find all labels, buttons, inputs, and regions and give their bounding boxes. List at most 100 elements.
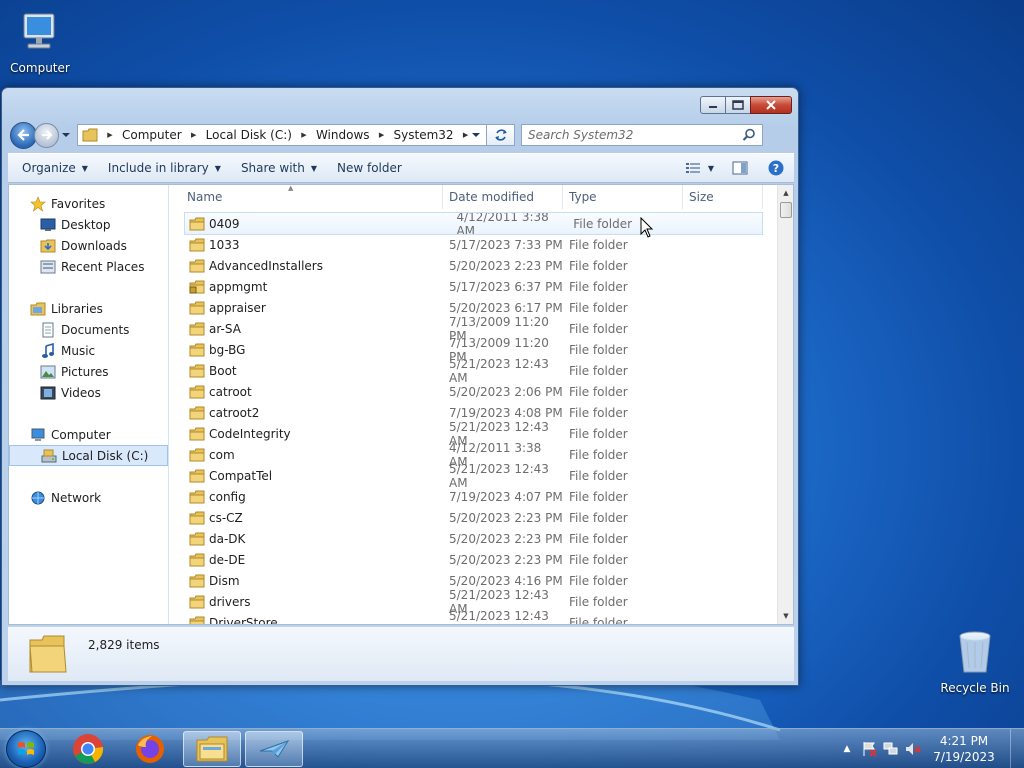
show-hidden-icons-button[interactable]: ▲ [836, 738, 858, 760]
nav-local-disk-c[interactable]: Local Disk (C:) [9, 445, 168, 466]
nav-documents[interactable]: Documents [9, 319, 168, 340]
nav-computer-label: Computer [51, 427, 111, 442]
file-row[interactable]: 1033 5/17/2023 7:33 PM File folder [170, 234, 780, 255]
clock-time: 4:21 PM [939, 734, 989, 748]
content-area: Favorites Desktop Downloads Recent Place… [8, 184, 794, 625]
file-row[interactable]: AdvancedInstallers 5/20/2023 2:23 PM File … [170, 255, 780, 276]
file-list: ▲ Name Date modified Type Size 0409 4/12/… [170, 185, 780, 624]
network-status-icon[interactable] [880, 738, 902, 760]
file-row[interactable]: cs-CZ 5/20/2023 2:23 PM File folder [170, 507, 780, 528]
file-row[interactable]: 0409 4/12/2011 3:38 AM File folder [184, 210, 763, 238]
search-input[interactable] [522, 125, 732, 145]
search-icon[interactable] [742, 128, 756, 142]
scroll-thumb[interactable] [780, 202, 792, 218]
action-center-icon[interactable] [858, 738, 880, 760]
forward-button[interactable] [34, 122, 59, 148]
column-header-name[interactable]: Name [170, 185, 443, 209]
column-header-type[interactable]: Type [563, 185, 683, 209]
file-type: File folder [569, 489, 628, 504]
column-header-date-modified[interactable]: Date modified [443, 185, 563, 209]
nav-favorites[interactable]: Favorites [9, 193, 168, 214]
file-name-text: de-DE [209, 552, 246, 567]
nav-recent-places[interactable]: Recent Places [9, 256, 168, 277]
breadcrumb-computer[interactable]: Computer [116, 128, 188, 142]
close-button[interactable] [750, 96, 792, 114]
breadcrumb-separator-icon[interactable]: ▶ [298, 131, 310, 139]
file-row[interactable]: appmgmt 5/17/2023 6:37 PM File folder [170, 276, 780, 297]
maximize-button[interactable] [725, 96, 751, 114]
show-desktop-button[interactable] [1010, 729, 1024, 768]
file-row[interactable]: da-DK 5/20/2023 2:23 PM File folder [170, 528, 780, 549]
taskbar-firefox[interactable] [121, 731, 179, 767]
organize-menu[interactable]: Organize ▼ [8, 154, 98, 182]
desktop-icon-label: Computer [10, 61, 70, 75]
file-row[interactable]: Boot 5/21/2023 12:43 AM File folder [170, 357, 780, 385]
file-row[interactable]: config 7/19/2023 4:07 PM File folder [170, 486, 780, 507]
file-row[interactable]: de-DE 5/20/2023 2:23 PM File folder [170, 549, 780, 570]
libraries-icon [29, 301, 47, 317]
nav-downloads[interactable]: Downloads [9, 235, 168, 256]
scroll-down-icon[interactable]: ▼ [778, 608, 794, 624]
start-button[interactable] [6, 730, 46, 768]
nav-computer[interactable]: Computer [9, 424, 168, 445]
taskbar-explorer[interactable] [183, 731, 241, 767]
computer-icon [29, 427, 47, 443]
recent-pages-dropdown[interactable] [61, 128, 73, 142]
new-folder-button[interactable]: New folder [327, 154, 412, 182]
nav-local-disk-label: Local Disk (C:) [62, 448, 149, 463]
desktop-icon-recycle-bin[interactable]: Recycle Bin [935, 628, 1015, 695]
file-type: File folder [569, 237, 628, 252]
back-button[interactable] [10, 121, 37, 149]
file-name: drivers [170, 595, 443, 609]
nav-desktop[interactable]: Desktop [9, 214, 168, 235]
breadcrumb-system32[interactable]: System32 [388, 128, 460, 142]
include-in-library-menu[interactable]: Include in library ▼ [98, 154, 231, 182]
minimize-button[interactable] [700, 96, 726, 114]
help-button[interactable]: ? [758, 160, 794, 176]
details-pane: 2,829 items [8, 626, 794, 681]
breadcrumb-separator-icon[interactable]: ▶ [460, 131, 472, 139]
scroll-up-icon[interactable]: ▲ [778, 185, 794, 201]
chevron-down-icon: ▼ [81, 163, 88, 173]
file-type: File folder [569, 300, 628, 315]
breadcrumb-local-disk[interactable]: Local Disk (C:) [200, 128, 298, 142]
file-name-text: drivers [209, 594, 251, 609]
breadcrumb-separator-icon[interactable]: ▶ [376, 131, 388, 139]
file-name: bg-BG [170, 343, 443, 357]
change-view-button[interactable] [682, 162, 706, 174]
file-name-text: config [209, 489, 246, 504]
taskbar-chrome[interactable] [59, 731, 117, 767]
breadcrumb-separator-icon[interactable]: ▶ [188, 131, 200, 139]
taskbar-app[interactable] [245, 731, 303, 767]
include-in-library-label: Include in library [107, 161, 209, 175]
chevron-down-icon[interactable] [471, 131, 481, 139]
file-row[interactable]: catroot 5/20/2023 2:06 PM File folder [170, 381, 780, 402]
nav-pictures[interactable]: Pictures [9, 361, 168, 382]
window-caption-buttons [700, 96, 792, 114]
chevron-down-icon: ▼ [214, 163, 221, 173]
clock[interactable]: 4:21 PM 7/19/2023 [924, 733, 1004, 765]
share-with-menu[interactable]: Share with ▼ [231, 154, 327, 182]
nav-music[interactable]: Music [9, 340, 168, 361]
preview-pane-button[interactable] [722, 161, 758, 175]
file-row[interactable]: DriverStore 5/21/2023 12:43 AM File folder [170, 609, 780, 624]
file-name-text: cs-CZ [209, 510, 243, 525]
volume-muted-icon[interactable] [902, 738, 924, 760]
breadcrumb-windows[interactable]: Windows [310, 128, 376, 142]
nav-libraries[interactable]: Libraries [9, 298, 168, 319]
file-type: File folder [569, 573, 628, 588]
vertical-scrollbar[interactable]: ▲ ▼ [777, 185, 793, 624]
file-row[interactable]: CompatTel 5/21/2023 12:43 AM File folder [170, 462, 780, 490]
nav-network[interactable]: Network [9, 487, 168, 508]
file-name: config [170, 490, 443, 504]
address-bar[interactable]: ▶ Computer ▶ Local Disk (C:) ▶ Windows ▶… [77, 124, 487, 146]
close-icon [766, 100, 776, 110]
column-header-size[interactable]: Size [683, 185, 763, 209]
file-name: 0409 [185, 217, 450, 231]
organize-label: Organize [22, 161, 76, 175]
view-options-dropdown[interactable]: ▼ [706, 164, 722, 173]
refresh-button[interactable] [487, 124, 515, 146]
desktop-icon-computer[interactable]: Computer [0, 8, 80, 75]
breadcrumb-separator-icon[interactable]: ▶ [104, 131, 116, 139]
nav-videos[interactable]: Videos [9, 382, 168, 403]
